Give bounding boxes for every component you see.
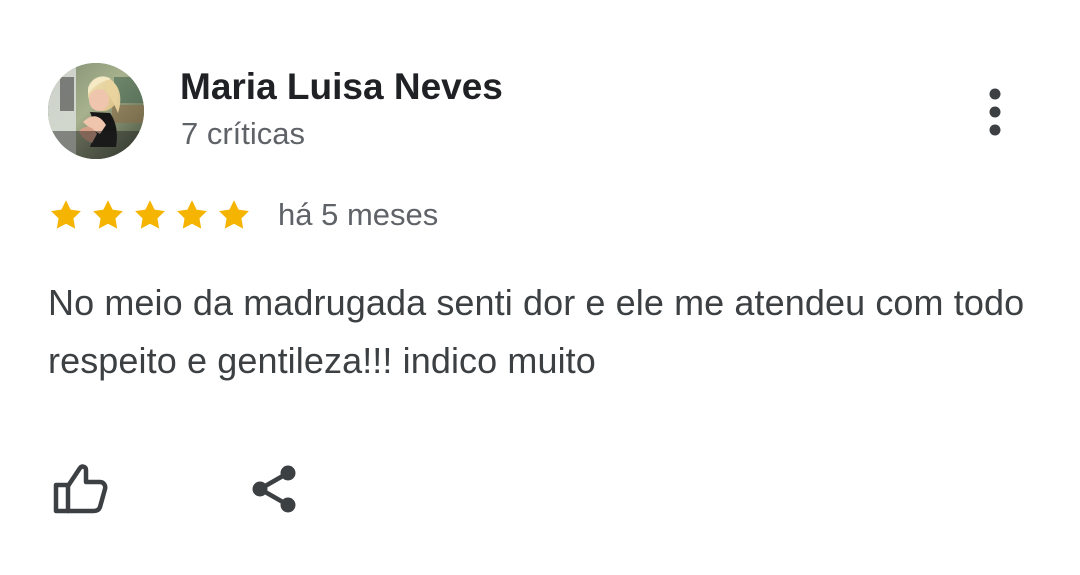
more-vertical-icon <box>989 88 1001 136</box>
review-card: Maria Luisa Neves 7 críticas há 5 meses … <box>0 0 1080 575</box>
star-icon <box>219 200 249 229</box>
review-count: 7 críticas <box>181 116 306 151</box>
thumbs-up-icon <box>53 464 108 514</box>
reviewer-name[interactable]: Maria Luisa Neves <box>180 64 503 110</box>
rating-row: há 5 meses <box>47 194 438 236</box>
star-icon <box>177 200 207 229</box>
avatar[interactable] <box>48 63 144 159</box>
star-icon <box>135 200 165 229</box>
star-rating <box>47 196 253 234</box>
review-actions <box>48 458 306 520</box>
share-icon <box>252 465 296 513</box>
review-text: No meio da madrugada senti dor e ele me … <box>48 282 1025 381</box>
like-button[interactable] <box>48 458 112 520</box>
star-icon <box>93 200 123 229</box>
more-options-button[interactable] <box>975 80 1015 144</box>
star-icon <box>51 200 81 229</box>
share-button[interactable] <box>242 458 306 520</box>
review-time: há 5 meses <box>278 197 439 232</box>
